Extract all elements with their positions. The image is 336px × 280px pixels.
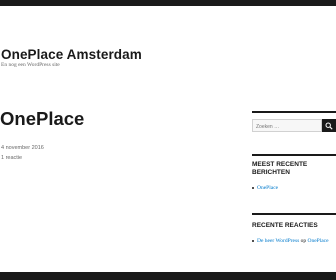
recent-posts-rule <box>252 154 336 156</box>
top-border-bar <box>0 0 336 6</box>
bottom-border-bar <box>0 272 336 280</box>
site-title[interactable]: OnePlace Amsterdam <box>1 47 142 62</box>
recent-comments-rule <box>252 213 336 215</box>
post-comments-link[interactable]: 1 reactie <box>1 155 22 161</box>
recent-posts-list: OnePlace <box>252 185 336 191</box>
recent-comments-title: Recente reacties <box>252 222 318 229</box>
search-button[interactable] <box>322 119 336 132</box>
post-date[interactable]: 4 november 2016 <box>1 145 44 151</box>
search-input[interactable] <box>252 119 322 132</box>
comment-author-link[interactable]: De heer WordPress <box>257 238 299 244</box>
search-widget-rule <box>252 111 336 113</box>
site-description: En nog een WordPress site <box>1 62 60 68</box>
post-title[interactable]: OnePlace <box>0 108 84 130</box>
list-item: De heer WordPress op OnePlace <box>252 238 336 244</box>
recent-posts-title: Meest recente berichten <box>252 161 308 176</box>
recent-comments-list: De heer WordPress op OnePlace <box>252 238 336 244</box>
recent-post-link[interactable]: OnePlace <box>257 185 278 191</box>
magnifier-icon <box>325 122 333 130</box>
list-item[interactable]: OnePlace <box>252 185 336 191</box>
comment-post-link[interactable]: OnePlace <box>307 238 328 244</box>
